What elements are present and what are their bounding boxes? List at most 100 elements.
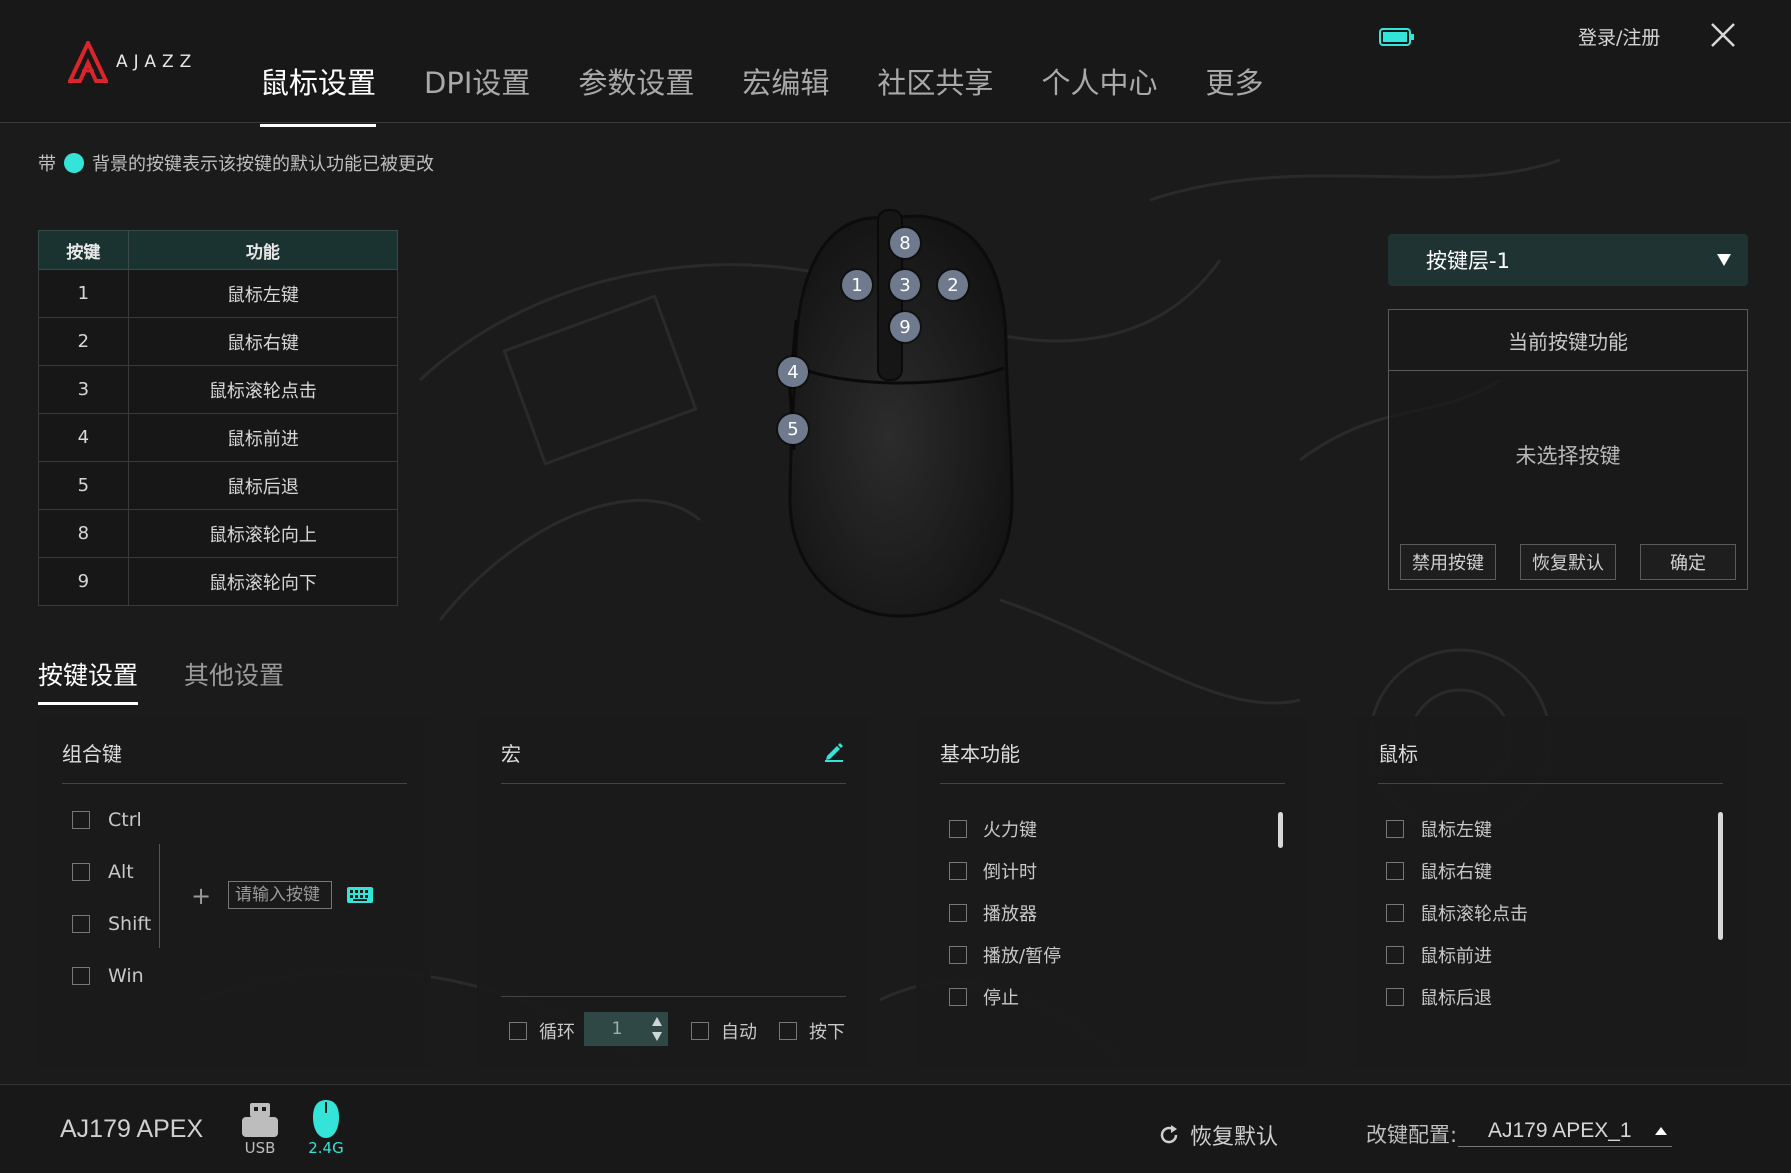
- profile-dropdown[interactable]: AJ179 APEX_1: [1458, 1115, 1672, 1147]
- item-checkbox[interactable]: [1386, 946, 1404, 964]
- auto-label: 自动: [721, 1022, 757, 1043]
- key-layer-dropdown[interactable]: 按键层-1: [1388, 234, 1748, 286]
- tab-macro-editor[interactable]: 宏编辑: [742, 60, 829, 127]
- macro-press-option[interactable]: 按下: [779, 1018, 845, 1044]
- alt-checkbox[interactable]: [72, 863, 90, 881]
- macro-loop-option[interactable]: 循环: [509, 1018, 575, 1044]
- item-checkbox[interactable]: [949, 988, 967, 1006]
- auto-checkbox[interactable]: [691, 1022, 709, 1040]
- list-item[interactable]: 鼠标右键: [1386, 858, 1492, 884]
- table-row[interactable]: 8 鼠标滚轮向上: [38, 509, 399, 558]
- tab-mouse-settings[interactable]: 鼠标设置: [260, 60, 377, 127]
- mouse-button-badge-2[interactable]: 2: [938, 270, 968, 300]
- modifier-ctrl[interactable]: Ctrl: [72, 809, 142, 831]
- login-register-link[interactable]: 登录/注册: [1578, 23, 1660, 50]
- item-label: 鼠标右键: [1420, 862, 1492, 883]
- list-item[interactable]: 倒计时: [949, 858, 1037, 884]
- press-checkbox[interactable]: [779, 1022, 797, 1040]
- list-item[interactable]: 停止: [949, 984, 1019, 1010]
- mouse-button-badge-3[interactable]: 3: [890, 270, 920, 300]
- table-row[interactable]: 1 鼠标左键: [38, 269, 399, 318]
- mouse-button-badge-5[interactable]: 5: [778, 414, 808, 444]
- item-checkbox[interactable]: [949, 820, 967, 838]
- item-label: 播放/暂停: [983, 946, 1062, 967]
- top-bar: AJAZZ 鼠标设置 DPI设置 参数设置 宏编辑 社区共享 个人中心 更多 登…: [0, 0, 1791, 127]
- table-row[interactable]: 9 鼠标滚轮向下: [38, 557, 399, 606]
- win-label: Win: [108, 965, 144, 987]
- pencil-icon[interactable]: [823, 740, 845, 762]
- footer-restore-default-button[interactable]: 恢复默认: [1158, 1119, 1278, 1151]
- table-row[interactable]: 2 鼠标右键: [38, 317, 399, 366]
- loop-label: 循环: [539, 1022, 575, 1043]
- close-icon[interactable]: [1708, 20, 1738, 50]
- item-checkbox[interactable]: [1386, 904, 1404, 922]
- item-checkbox[interactable]: [1386, 820, 1404, 838]
- list-item[interactable]: 播放器: [949, 900, 1037, 926]
- column-header-function: 功能: [127, 230, 399, 270]
- table-row[interactable]: 5 鼠标后退: [38, 461, 399, 510]
- function-action-buttons: 禁用按键 恢复默认 确定: [1400, 544, 1736, 580]
- tab-dpi-settings[interactable]: DPI设置: [424, 60, 530, 127]
- table-cell-function: 鼠标后退: [127, 461, 399, 510]
- tab-community-share[interactable]: 社区共享: [877, 60, 993, 127]
- subtab-key-settings[interactable]: 按键设置: [38, 656, 139, 705]
- win-checkbox[interactable]: [72, 967, 90, 985]
- mouse-functions-scrollbar[interactable]: [1718, 812, 1723, 940]
- macro-title: 宏: [501, 742, 521, 766]
- list-item[interactable]: 鼠标左键: [1386, 816, 1492, 842]
- usb-icon: [242, 1103, 278, 1137]
- combo-key-title: 组合键: [62, 742, 122, 766]
- loop-count-value: 1: [611, 1019, 623, 1039]
- shift-label: Shift: [108, 913, 152, 935]
- macro-list-divider: [501, 996, 846, 997]
- ajazz-logo: AJAZZ: [68, 40, 198, 84]
- list-item[interactable]: 火力键: [949, 816, 1037, 842]
- item-checkbox[interactable]: [1386, 988, 1404, 1006]
- table-row[interactable]: 4 鼠标前进: [38, 413, 399, 462]
- mouse-button-badge-8[interactable]: 8: [890, 228, 920, 258]
- item-checkbox[interactable]: [1386, 862, 1404, 880]
- logo-text: AJAZZ: [116, 52, 198, 72]
- modifier-shift[interactable]: Shift: [72, 913, 151, 935]
- loop-count-stepper[interactable]: 1: [584, 1012, 668, 1046]
- ctrl-checkbox[interactable]: [72, 811, 90, 829]
- disable-key-button[interactable]: 禁用按键: [1400, 544, 1496, 580]
- table-row[interactable]: 3 鼠标滚轮点击: [38, 365, 399, 414]
- stepper-arrows-icon[interactable]: [650, 1014, 664, 1044]
- tab-personal-center[interactable]: 个人中心: [1041, 60, 1157, 127]
- tab-more[interactable]: 更多: [1205, 60, 1263, 127]
- keyboard-icon[interactable]: [346, 886, 374, 904]
- tab-parameter-settings[interactable]: 参数设置: [578, 60, 694, 127]
- connection-usb[interactable]: USB: [238, 1101, 282, 1157]
- key-input[interactable]: [228, 881, 332, 909]
- item-checkbox[interactable]: [949, 904, 967, 922]
- subtab-other-settings[interactable]: 其他设置: [184, 656, 284, 702]
- table-cell-function: 鼠标右键: [127, 317, 399, 366]
- hint-text: 背景的按键表示该按键的默认功能已被更改: [92, 154, 434, 175]
- item-checkbox[interactable]: [949, 946, 967, 964]
- item-checkbox[interactable]: [949, 862, 967, 880]
- mouse-functions-title: 鼠标: [1378, 742, 1418, 766]
- list-item[interactable]: 鼠标前进: [1386, 942, 1492, 968]
- confirm-button[interactable]: 确定: [1640, 544, 1736, 580]
- basic-functions-scrollbar[interactable]: [1278, 812, 1283, 848]
- mouse-button-badge-1[interactable]: 1: [842, 270, 872, 300]
- shift-checkbox[interactable]: [72, 915, 90, 933]
- connection-2-4g[interactable]: 2.4G: [304, 1099, 348, 1157]
- item-label: 火力键: [983, 820, 1037, 841]
- usb-label: USB: [244, 1139, 276, 1157]
- modifier-win[interactable]: Win: [72, 965, 144, 987]
- restore-default-button[interactable]: 恢复默认: [1520, 544, 1616, 580]
- modifier-alt[interactable]: Alt: [72, 861, 134, 883]
- list-item[interactable]: 鼠标后退: [1386, 984, 1492, 1010]
- loop-checkbox[interactable]: [509, 1022, 527, 1040]
- macro-auto-option[interactable]: 自动: [691, 1018, 757, 1044]
- list-item[interactable]: 播放/暂停: [949, 942, 1061, 968]
- item-label: 停止: [983, 988, 1019, 1009]
- panel-divider: [1378, 783, 1723, 784]
- mouse-button-badge-4[interactable]: 4: [778, 357, 808, 387]
- table-cell-function: 鼠标左键: [127, 269, 399, 318]
- basic-functions-title: 基本功能: [940, 742, 1020, 766]
- mouse-button-badge-9[interactable]: 9: [890, 312, 920, 342]
- list-item[interactable]: 鼠标滚轮点击: [1386, 900, 1528, 926]
